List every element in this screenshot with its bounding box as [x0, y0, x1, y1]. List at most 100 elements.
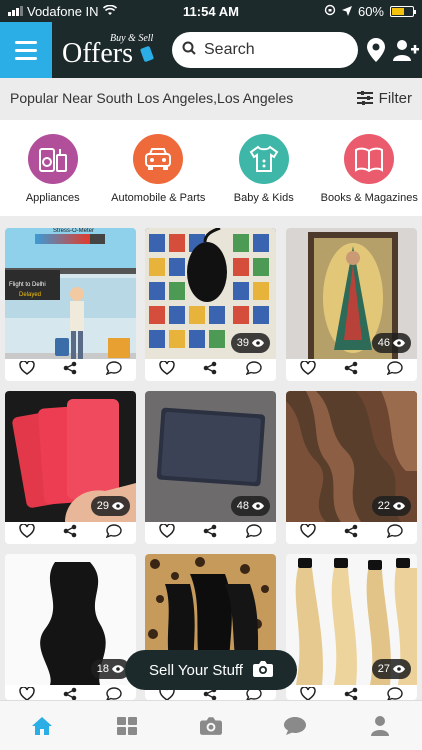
category-label: Automobile & Parts: [111, 192, 206, 204]
category-appliances[interactable]: Appliances: [0, 120, 106, 216]
signal-icon: [8, 6, 23, 16]
tab-profile[interactable]: [360, 706, 400, 746]
view-count-value: 29: [96, 500, 109, 512]
location-bar: Popular Near South Los Angeles,Los Angel…: [0, 78, 422, 118]
listing-actions: [286, 685, 417, 700]
eye-icon: [393, 665, 405, 673]
carrier-name: Vodafone IN: [27, 3, 99, 19]
heart-icon[interactable]: [300, 685, 316, 700]
logo-text: Offers: [62, 38, 134, 69]
heart-icon[interactable]: [19, 685, 35, 700]
listing-card[interactable]: 22: [286, 391, 417, 544]
car-icon: [133, 134, 184, 184]
eye-icon: [252, 339, 264, 347]
eye-icon: [112, 665, 124, 673]
comment-icon[interactable]: [386, 686, 403, 700]
share-icon[interactable]: [63, 687, 77, 701]
category-label: Appliances: [25, 192, 80, 204]
category-automobile[interactable]: Automobile & Parts: [106, 120, 212, 216]
category-baby-kids[interactable]: Baby & Kids: [211, 120, 317, 216]
listing-image[interactable]: 39: [145, 228, 276, 359]
logo-tagline: Buy & Sell: [110, 33, 154, 44]
comment-icon[interactable]: [105, 686, 122, 700]
heart-icon[interactable]: [19, 359, 35, 380]
share-icon[interactable]: [344, 687, 358, 701]
listing-card[interactable]: 29: [5, 391, 136, 544]
listing-actions: [145, 522, 276, 544]
search-input[interactable]: Search: [172, 32, 358, 68]
heart-icon[interactable]: [300, 359, 316, 380]
share-icon[interactable]: [203, 524, 217, 543]
category-row: Appliances Automobile & Parts Baby & Kid…: [0, 120, 422, 216]
cartoon-status-text: Delayed: [19, 292, 41, 298]
listing-image[interactable]: 18: [5, 554, 136, 685]
grid-icon: [116, 716, 137, 735]
chat-icon: [284, 716, 307, 735]
listing-image[interactable]: 46: [286, 228, 417, 359]
tab-chat[interactable]: [275, 706, 315, 746]
listing-card[interactable]: Stress-O-Meter Flight to Delhi Delayed: [5, 228, 136, 381]
comment-icon[interactable]: [386, 523, 403, 543]
listing-card[interactable]: 46: [286, 228, 417, 381]
view-count-value: 46: [377, 337, 390, 349]
listing-actions: [5, 685, 136, 700]
listing-card[interactable]: 27: [286, 554, 417, 700]
listing-image[interactable]: 48: [145, 391, 276, 522]
share-icon[interactable]: [344, 524, 358, 543]
camera-icon: [252, 660, 273, 681]
view-count: 27: [371, 659, 411, 679]
price-tag-icon: [139, 45, 155, 63]
share-icon[interactable]: [63, 361, 77, 380]
listing-card[interactable]: 39: [145, 228, 276, 381]
orientation-lock-icon: [324, 4, 336, 19]
filter-button[interactable]: Filter: [356, 90, 412, 107]
category-label: Baby & Kids: [233, 192, 294, 204]
comment-icon[interactable]: [245, 360, 262, 380]
status-bar: Vodafone IN 11:54 AM 60%: [0, 0, 422, 22]
tab-categories[interactable]: [107, 706, 147, 746]
share-icon[interactable]: [63, 524, 77, 543]
status-time: 11:54 AM: [183, 3, 239, 19]
listing-actions: [286, 359, 417, 381]
view-count-value: 39: [236, 337, 249, 349]
listing-card[interactable]: 18: [5, 554, 136, 700]
location-pin-icon[interactable]: [362, 36, 390, 64]
heart-icon[interactable]: [159, 359, 175, 380]
share-icon[interactable]: [344, 361, 358, 380]
view-count-value: 18: [96, 663, 109, 675]
listing-actions: [5, 522, 136, 544]
tab-camera[interactable]: [191, 706, 231, 746]
cartoon-meter-text: Stress-O-Meter: [53, 228, 94, 234]
view-count: 46: [371, 333, 411, 353]
heart-icon[interactable]: [19, 522, 35, 543]
listing-image[interactable]: Stress-O-Meter Flight to Delhi Delayed: [5, 228, 136, 359]
comment-icon[interactable]: [105, 523, 122, 543]
home-icon: [32, 716, 53, 735]
search-placeholder: Search: [204, 41, 255, 58]
profile-icon: [370, 715, 389, 736]
heart-icon[interactable]: [300, 522, 316, 543]
listing-card[interactable]: 48: [145, 391, 276, 544]
view-count: 48: [230, 496, 270, 516]
category-books[interactable]: Books & Magazines: [317, 120, 422, 216]
listing-image[interactable]: 29: [5, 391, 136, 522]
comment-icon[interactable]: [245, 523, 262, 543]
add-user-icon[interactable]: [392, 36, 420, 64]
tab-home[interactable]: [22, 706, 62, 746]
eye-icon: [112, 502, 124, 510]
comment-icon[interactable]: [105, 360, 122, 380]
menu-button[interactable]: [0, 22, 52, 78]
battery-percent: 60%: [357, 3, 384, 19]
category-label: Books & Magazines: [320, 192, 418, 204]
listing-image[interactable]: 22: [286, 391, 417, 522]
view-count: 22: [371, 496, 411, 516]
app-header: Offers Buy & Sell Search: [0, 22, 422, 78]
share-icon[interactable]: [203, 361, 217, 380]
comment-icon[interactable]: [386, 360, 403, 380]
heart-icon[interactable]: [159, 522, 175, 543]
eye-icon: [393, 502, 405, 510]
sell-button-label: Sell Your Stuff: [149, 661, 243, 679]
sell-your-stuff-button[interactable]: Sell Your Stuff: [125, 650, 297, 690]
listing-image[interactable]: 27: [286, 554, 417, 685]
search-icon: [182, 41, 196, 60]
